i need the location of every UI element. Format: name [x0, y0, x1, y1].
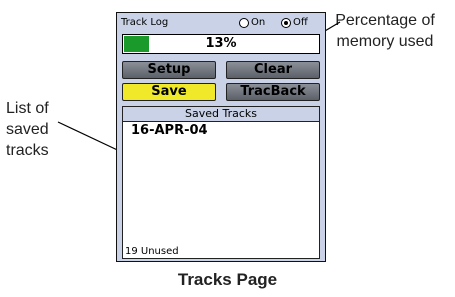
header-title: Track Log [121, 17, 169, 28]
gps-screen: Track Log On Off 13% Setup Clear Save Tr… [116, 12, 326, 262]
memory-progress-bar: 13% [122, 34, 320, 54]
off-radio-label: Off [293, 17, 308, 28]
off-radio[interactable]: Off [281, 17, 308, 28]
saved-tracks-panel: Saved Tracks 16-APR-04 19 Unused [122, 106, 320, 259]
save-button[interactable]: Save [122, 83, 216, 101]
track-log-header: Track Log On Off [121, 17, 321, 31]
saved-tracks-list: 16-APR-04 [131, 123, 208, 138]
page-caption: Tracks Page [177, 270, 278, 289]
saved-tracks-title: Saved Tracks [123, 107, 319, 122]
saved-track-item[interactable]: 16-APR-04 [131, 123, 208, 138]
off-radio-icon [281, 17, 291, 28]
on-radio-label: On [251, 17, 266, 28]
on-radio[interactable]: On [239, 17, 265, 28]
unused-count: 19 Unused [125, 246, 179, 257]
setup-button[interactable]: Setup [122, 61, 216, 79]
on-radio-icon [239, 17, 249, 28]
tracback-button[interactable]: TracBack [226, 83, 320, 101]
memory-percentage: 13% [205, 36, 237, 51]
clear-button[interactable]: Clear [226, 61, 320, 79]
